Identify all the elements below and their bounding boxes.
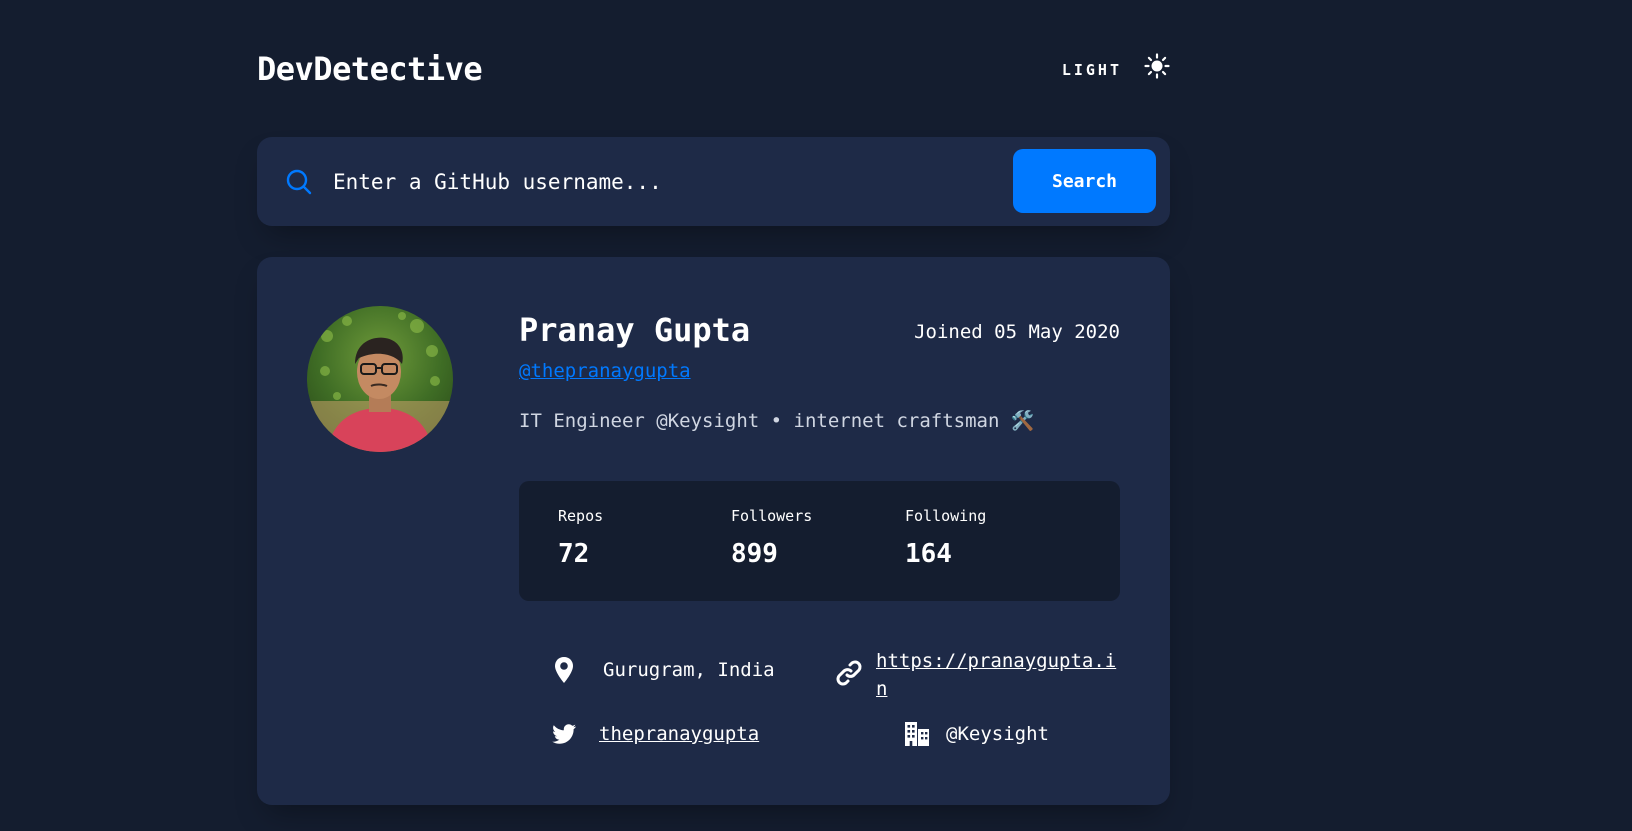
stat-label: Repos xyxy=(558,507,604,525)
search-input[interactable] xyxy=(331,157,955,207)
blog-item: https://pranaygupta.in xyxy=(834,647,1124,703)
search-button[interactable]: Search xyxy=(1013,149,1156,213)
stats-panel: Repos 72 Followers 899 Following 164 xyxy=(519,481,1120,601)
company-text: @Keysight xyxy=(946,723,1049,745)
stat-value: 164 xyxy=(905,539,952,569)
location-item: Gurugram, India xyxy=(549,655,775,685)
app-title: DevDetective xyxy=(257,50,483,88)
link-icon xyxy=(836,660,862,686)
stat-label: Followers xyxy=(731,507,813,525)
profile-bio: IT Engineer @Keysight • internet craftsm… xyxy=(519,410,1035,432)
location-pin-icon xyxy=(555,657,573,683)
theme-toggle-button[interactable]: LIGHT xyxy=(1062,46,1170,86)
location-text: Gurugram, India xyxy=(603,659,775,681)
company-item: @Keysight xyxy=(902,719,1049,749)
stat-value: 899 xyxy=(731,539,778,569)
avatar xyxy=(307,306,453,452)
profile-login-link[interactable]: @thepranaygupta xyxy=(519,360,691,382)
joined-date: Joined 05 May 2020 xyxy=(914,321,1120,343)
search-icon xyxy=(286,169,312,195)
stat-repos: Repos 72 xyxy=(558,507,718,569)
header: DevDetective LIGHT xyxy=(257,46,1170,94)
building-icon xyxy=(905,722,929,746)
theme-label: LIGHT xyxy=(1061,61,1122,79)
stat-following: Following 164 xyxy=(905,507,1065,569)
twitter-link[interactable]: thepranaygupta xyxy=(599,723,759,745)
profile-card: Pranay Gupta Joined 05 May 2020 @thepran… xyxy=(257,257,1170,805)
stat-value: 72 xyxy=(558,539,590,569)
sun-icon xyxy=(1144,53,1170,79)
stat-label: Following xyxy=(905,507,987,525)
blog-link[interactable]: https://pranaygupta.in xyxy=(876,647,1124,703)
avatar-photo xyxy=(307,306,453,452)
stat-followers: Followers 899 xyxy=(731,507,891,569)
twitter-icon xyxy=(552,724,576,744)
profile-name: Pranay Gupta xyxy=(519,311,751,349)
twitter-item: thepranaygupta xyxy=(549,719,759,749)
search-bar: Search xyxy=(257,137,1170,226)
